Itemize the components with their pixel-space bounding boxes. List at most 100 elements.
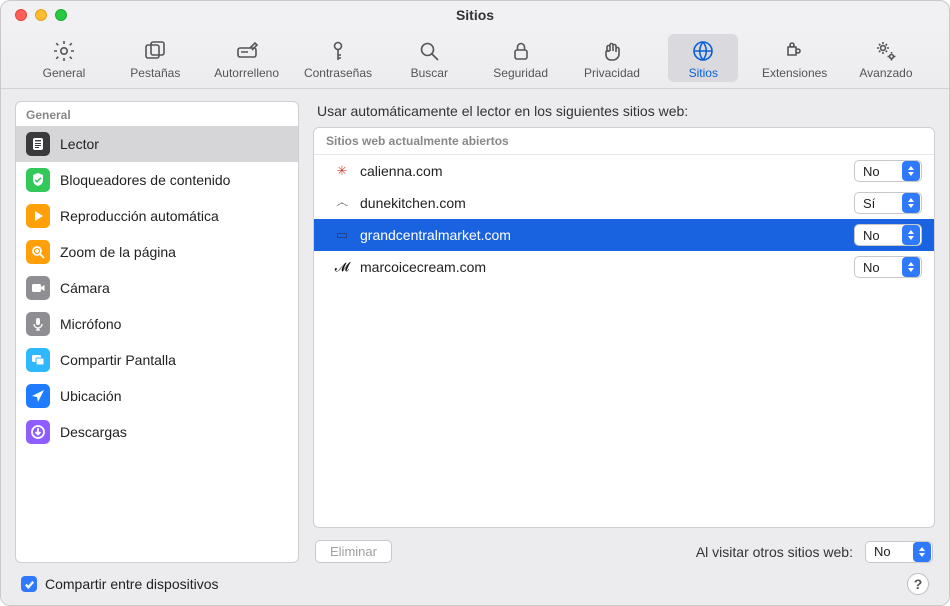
mic-icon (26, 312, 50, 336)
toolbar-tab-security[interactable]: Seguridad (486, 34, 556, 82)
shield-icon (26, 168, 50, 192)
sidebar-item-label: Micrófono (60, 316, 121, 332)
sidebar-item-label: Reproducción automática (60, 208, 219, 224)
website-domain: marcoicecream.com (360, 259, 844, 275)
websites-list: Sitios web actualmente abiertos ✳ calienn… (313, 127, 935, 528)
zoom-icon (26, 240, 50, 264)
website-reader-select[interactable]: No (854, 256, 922, 278)
website-domain: dunekitchen.com (360, 195, 844, 211)
toolbar-tab-passwords[interactable]: Contraseñas (303, 34, 373, 82)
toolbar-tab-label: Extensiones (762, 66, 827, 80)
website-row[interactable]: ▭ grandcentralmarket.com No (314, 219, 934, 251)
website-reader-select[interactable]: No (854, 224, 922, 246)
chevron-updown-icon (902, 161, 920, 181)
sidebar-item-camera[interactable]: Cámara (16, 270, 298, 306)
sidebar-item-autoplay[interactable]: Reproducción automática (16, 198, 298, 234)
toolbar-tab-label: General (43, 66, 86, 80)
website-row[interactable]: 𝓜marcoicecream.com No (314, 251, 934, 283)
website-reader-select[interactable]: Sí (854, 192, 922, 214)
location-icon (26, 384, 50, 408)
website-row[interactable]: ✳ calienna.com No (314, 155, 934, 187)
toolbar-tab-extensions[interactable]: Extensiones (760, 34, 830, 82)
hand-icon (599, 38, 625, 64)
website-reader-value: No (863, 164, 880, 179)
website-domain: grandcentralmarket.com (360, 227, 844, 243)
sidebar-item-location[interactable]: Ubicación (16, 378, 298, 414)
remove-button[interactable]: Eliminar (315, 540, 392, 563)
toolbar-tab-label: Autorrelleno (214, 66, 279, 80)
detail-title: Usar automáticamente el lector en los si… (313, 101, 935, 119)
sidebar-item-zoom[interactable]: Zoom de la página (16, 234, 298, 270)
titlebar: Sitios (1, 1, 949, 29)
sidebar-item-label: Zoom de la página (60, 244, 176, 260)
favicon-icon: 𝓜 (334, 259, 350, 275)
chevron-updown-icon (902, 257, 920, 277)
download-icon (26, 420, 50, 444)
chevron-updown-icon (902, 225, 920, 245)
sidebar-item-label: Bloqueadores de contenido (60, 172, 230, 188)
camera-icon (26, 276, 50, 300)
sidebar-item-label: Descargas (60, 424, 127, 440)
sidebar-item-downloads[interactable]: Descargas (16, 414, 298, 450)
toolbar-tab-label: Contraseñas (304, 66, 372, 80)
share-across-devices-label: Compartir entre dispositivos (45, 576, 219, 592)
toolbar-tab-label: Privacidad (584, 66, 640, 80)
website-domain: calienna.com (360, 163, 844, 179)
screens-icon (26, 348, 50, 372)
toolbar-tab-label: Avanzado (859, 66, 912, 80)
toolbar-tab-general[interactable]: General (29, 34, 99, 82)
share-across-devices-checkbox[interactable] (21, 576, 37, 592)
toolbar-tab-advanced[interactable]: Avanzado (851, 34, 921, 82)
toolbar-tab-websites[interactable]: Sitios (668, 34, 738, 82)
detail-pane: Usar automáticamente el lector en los si… (313, 101, 935, 563)
gears-icon (873, 38, 899, 64)
play-icon (26, 204, 50, 228)
website-reader-value: No (863, 260, 880, 275)
gear-icon (51, 38, 77, 64)
window-title: Sitios (1, 7, 949, 23)
list-section-header: Sitios web actualmente abiertos (314, 128, 934, 155)
help-button[interactable]: ? (907, 573, 929, 595)
sidebar-item-label: Ubicación (60, 388, 121, 404)
toolbar-tab-label: Buscar (411, 66, 448, 80)
toolbar-tab-privacy[interactable]: Privacidad (577, 34, 647, 82)
sidebar-item-reader[interactable]: Lector (16, 126, 298, 162)
toolbar-tab-label: Pestañas (130, 66, 180, 80)
sidebar-section-header: General (16, 102, 298, 126)
lock-icon (508, 38, 534, 64)
puzzle-icon (782, 38, 808, 64)
website-reader-value: Sí (863, 196, 875, 211)
globe-icon (690, 38, 716, 64)
website-row[interactable]: ෴ dunekitchen.com Sí (314, 187, 934, 219)
content-area: General Lector Bloqueadores de contenido R… (1, 89, 949, 605)
toolbar-tab-tabs[interactable]: Pestañas (120, 34, 190, 82)
favicon-icon: ▭ (334, 227, 350, 243)
sidebar-item-screenshare[interactable]: Compartir Pantalla (16, 342, 298, 378)
chevron-updown-icon (913, 542, 931, 562)
pencil-box-icon (234, 38, 260, 64)
magnify-icon (416, 38, 442, 64)
panes: General Lector Bloqueadores de contenido R… (15, 101, 935, 563)
website-reader-select[interactable]: No (854, 160, 922, 182)
toolbar-tab-label: Sitios (689, 66, 718, 80)
website-reader-value: No (863, 228, 880, 243)
sidebar-item-label: Compartir Pantalla (60, 352, 176, 368)
preferences-toolbar: General Pestañas Autorrelleno Contraseñas Bu… (1, 29, 949, 89)
favicon-icon: ෴ (334, 195, 350, 211)
websites-sidebar: General Lector Bloqueadores de contenido R… (15, 101, 299, 563)
tabs-icon (142, 38, 168, 64)
toolbar-tab-autofill[interactable]: Autorrelleno (212, 34, 282, 82)
visiting-other-sites-select[interactable]: No (865, 541, 933, 563)
key-icon (325, 38, 351, 64)
sidebar-item-blockers[interactable]: Bloqueadores de contenido (16, 162, 298, 198)
visiting-other-sites-label: Al visitar otros sitios web: (696, 544, 853, 560)
detail-bottom-bar: Eliminar Al visitar otros sitios web: No (313, 536, 935, 563)
preferences-window: Sitios General Pestañas Autorrelleno Contra… (0, 0, 950, 606)
toolbar-tab-search[interactable]: Buscar (394, 34, 464, 82)
footer: Compartir entre dispositivos ? (15, 571, 935, 595)
chevron-updown-icon (902, 193, 920, 213)
favicon-icon: ✳ (334, 163, 350, 179)
sidebar-item-mic[interactable]: Micrófono (16, 306, 298, 342)
toolbar-tab-label: Seguridad (493, 66, 548, 80)
sidebar-item-label: Cámara (60, 280, 110, 296)
